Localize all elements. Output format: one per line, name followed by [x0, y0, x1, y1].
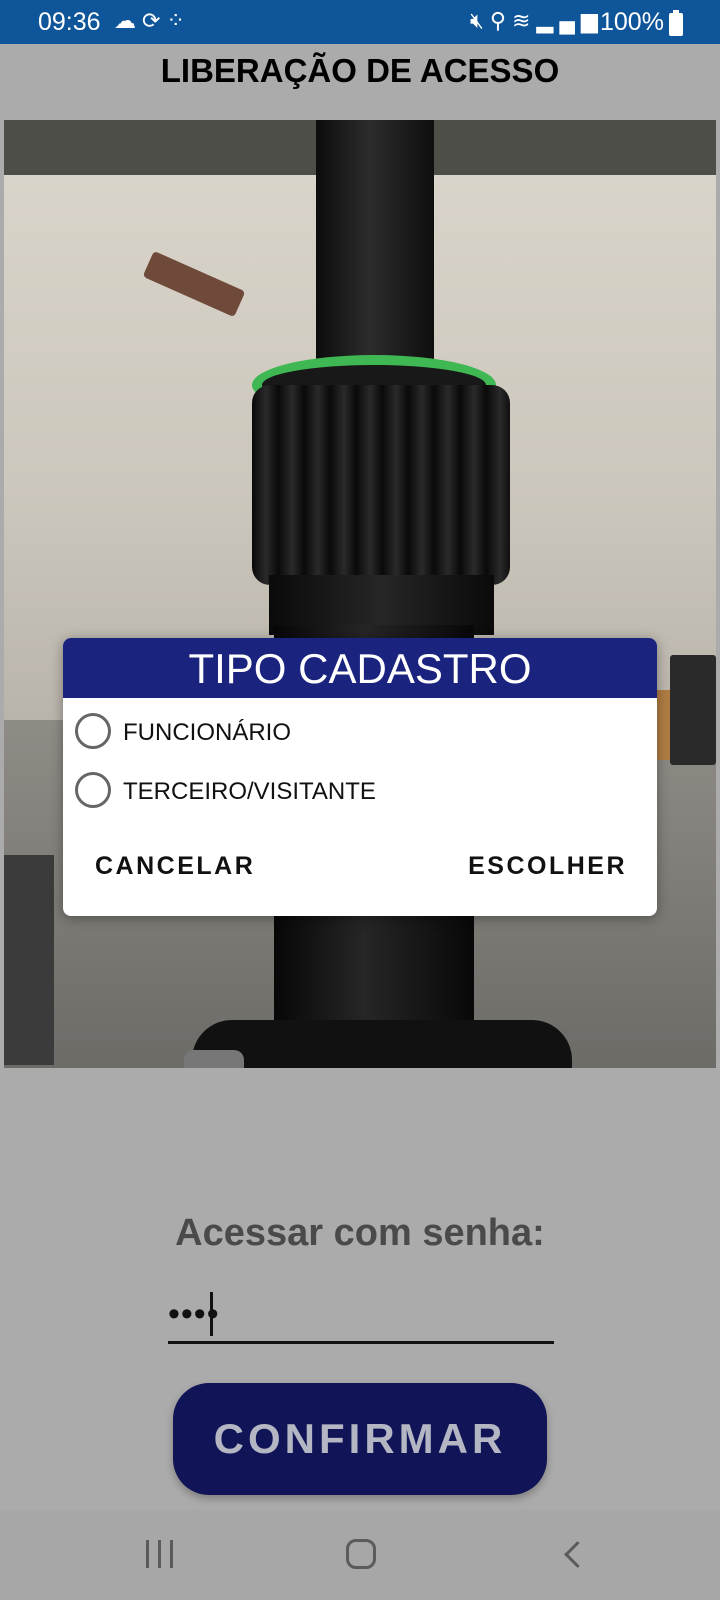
status-system-icons: 🔇︎⚲≋▂▄▆ [470, 8, 604, 34]
camera-object-clamp [184, 1050, 244, 1068]
radio-button[interactable] [75, 772, 111, 808]
option-label: TERCEIRO/VISITANTE [123, 778, 376, 805]
sync-icon: ⟳ [142, 8, 167, 33]
cloud-icon: ☁ [114, 8, 142, 33]
option-label: FUNCIONÁRIO [123, 719, 291, 746]
radio-button[interactable] [75, 713, 111, 749]
camera-preview [4, 120, 716, 1068]
camera-object-nut [252, 385, 510, 585]
camera-device [670, 655, 716, 765]
back-icon[interactable] [562, 1540, 586, 1570]
mute-icon: 🔇︎ [470, 8, 490, 33]
password-label: Acessar com senha: [175, 1212, 545, 1254]
text-caret [210, 1292, 213, 1336]
dialog-title: TIPO CADASTRO [63, 638, 657, 698]
status-bar: 09:36 ☁⟳⁘ 🔇︎⚲≋▂▄▆ 100% [0, 0, 720, 44]
location-icon: ⚲ [489, 8, 512, 33]
battery-percentage: 100% [600, 8, 664, 36]
camera-object-base [192, 1020, 572, 1068]
cancel-button[interactable]: CANCELAR [95, 852, 255, 896]
status-time: 09:36 [38, 8, 101, 36]
signal-icon: ▂▄▆ [536, 8, 604, 33]
password-input[interactable]: •••• [168, 1288, 554, 1344]
wifi-icon: ≋ [512, 8, 537, 33]
tipo-cadastro-dialog: TIPO CADASTRO FUNCIONÁRIO TERCEIRO/VISIT… [63, 638, 657, 916]
apps-icon: ⁘ [166, 8, 191, 33]
recent-apps-icon[interactable] [146, 1540, 174, 1568]
status-notification-icons: ☁⟳⁘ [114, 8, 191, 34]
navigation-bar [0, 1510, 720, 1600]
camera-object-top [316, 120, 434, 370]
page-title: LIBERAÇÃO DE ACESSO [160, 52, 560, 89]
battery-icon [669, 10, 683, 36]
confirm-button[interactable]: CONFIRMAR [173, 1383, 547, 1495]
option-funcionario[interactable]: FUNCIONÁRIO [75, 706, 635, 756]
home-icon[interactable] [346, 1539, 376, 1569]
option-terceiro-visitante[interactable]: TERCEIRO/VISITANTE [75, 765, 635, 815]
camera-cabinet [4, 855, 54, 1065]
choose-button[interactable]: ESCOLHER [468, 852, 627, 896]
